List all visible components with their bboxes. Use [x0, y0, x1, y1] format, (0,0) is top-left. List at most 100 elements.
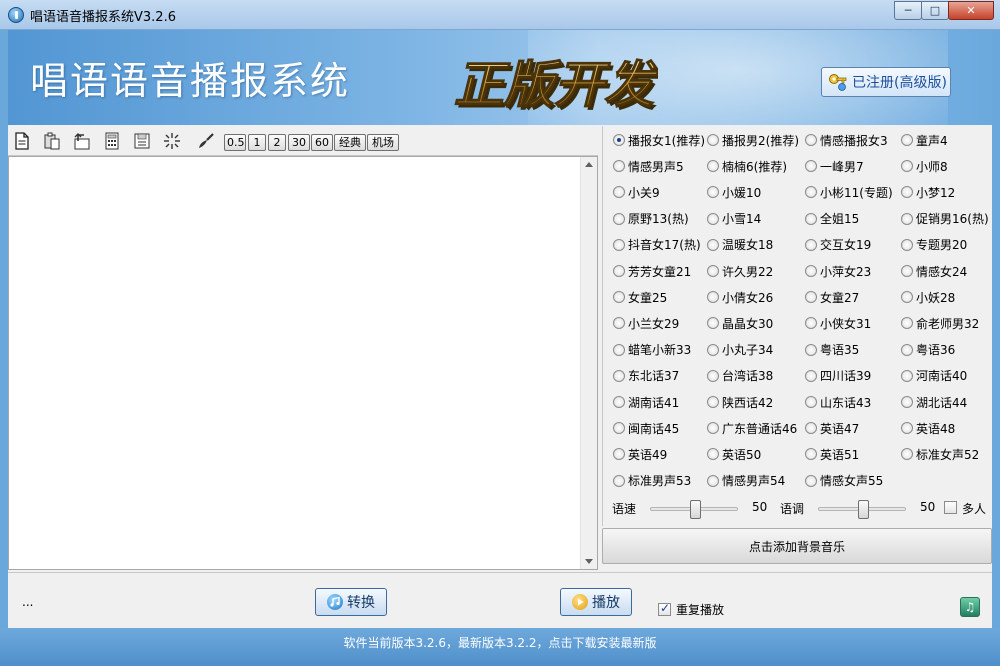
- voice-radio[interactable]: [805, 134, 817, 146]
- voice-radio[interactable]: [613, 160, 625, 173]
- voice-radio[interactable]: [805, 474, 817, 487]
- voice-option[interactable]: 闽南话45: [613, 419, 679, 437]
- voice-radio[interactable]: [707, 238, 719, 251]
- voice-option[interactable]: 湖南话41: [613, 393, 679, 411]
- voice-radio[interactable]: [613, 134, 625, 146]
- voice-option[interactable]: 小萍女23: [805, 262, 871, 280]
- voice-option[interactable]: 情感男声5: [613, 157, 684, 175]
- voice-radio[interactable]: [613, 369, 625, 382]
- music-library-icon[interactable]: ♫: [960, 597, 980, 617]
- voice-option[interactable]: 情感播报女3: [805, 131, 888, 149]
- voice-radio[interactable]: [613, 343, 625, 356]
- voice-option[interactable]: 小倩女26: [707, 288, 773, 306]
- voice-radio[interactable]: [805, 238, 817, 251]
- voice-radio[interactable]: [613, 186, 625, 199]
- undo-icon[interactable]: [72, 131, 92, 151]
- voice-option[interactable]: 童声4: [901, 131, 948, 149]
- voice-radio[interactable]: [707, 212, 719, 225]
- voice-option[interactable]: 芳芳女童21: [613, 262, 691, 280]
- speed-button-30[interactable]: 30: [288, 134, 310, 151]
- voice-radio[interactable]: [901, 448, 913, 461]
- voice-option[interactable]: 许久男22: [707, 262, 773, 280]
- voice-option[interactable]: 交互女19: [805, 236, 871, 254]
- new-document-icon[interactable]: [12, 131, 32, 151]
- minimize-button[interactable]: ─: [894, 1, 922, 20]
- voice-option[interactable]: 标准男声53: [613, 472, 691, 490]
- pitch-slider[interactable]: [818, 500, 906, 519]
- voice-radio[interactable]: [613, 317, 625, 330]
- voice-radio[interactable]: [901, 238, 913, 251]
- voice-option[interactable]: 小梦12: [901, 183, 955, 201]
- voice-option[interactable]: 一峰男7: [805, 157, 864, 175]
- speed-button-2[interactable]: 2: [268, 134, 286, 151]
- voice-radio[interactable]: [805, 160, 817, 173]
- voice-radio[interactable]: [901, 369, 913, 382]
- voice-option[interactable]: 粤语36: [901, 341, 955, 359]
- voice-option[interactable]: 小侠女31: [805, 314, 871, 332]
- voice-radio[interactable]: [707, 422, 719, 435]
- voice-option[interactable]: 楠楠6(推荐): [707, 157, 787, 175]
- voice-radio[interactable]: [707, 396, 719, 408]
- voice-option[interactable]: 小兰女29: [613, 314, 679, 332]
- voice-radio[interactable]: [901, 160, 913, 173]
- scroll-down-icon[interactable]: [585, 559, 593, 564]
- add-background-music-button[interactable]: 点击添加背景音乐: [602, 528, 992, 564]
- voice-radio[interactable]: [805, 212, 817, 225]
- speed-button-1[interactable]: 1: [248, 134, 266, 151]
- voice-radio[interactable]: [805, 265, 817, 277]
- voice-option[interactable]: 小丸子34: [707, 341, 773, 359]
- voice-option[interactable]: 小关9: [613, 183, 660, 201]
- voice-option[interactable]: 全姐15: [805, 210, 859, 228]
- voice-radio[interactable]: [707, 448, 719, 461]
- voice-radio[interactable]: [805, 291, 817, 304]
- voice-option[interactable]: 晶晶女30: [707, 314, 773, 332]
- calculator-icon[interactable]: [102, 131, 122, 151]
- voice-radio[interactable]: [901, 212, 913, 225]
- update-notice-link[interactable]: 软件当前版本3.2.6，最新版本3.2.2，点击下载安装最新版: [0, 634, 1000, 651]
- voice-radio[interactable]: [901, 291, 913, 304]
- voice-radio[interactable]: [707, 317, 719, 330]
- multi-speaker-checkbox[interactable]: [944, 501, 957, 514]
- voice-option[interactable]: 广东普通话46: [707, 419, 797, 437]
- voice-option[interactable]: 情感男声54: [707, 472, 785, 490]
- voice-option[interactable]: 播报女1(推荐): [613, 131, 705, 149]
- voice-radio[interactable]: [707, 160, 719, 173]
- voice-option[interactable]: 粤语35: [805, 341, 859, 359]
- voice-radio[interactable]: [707, 134, 719, 146]
- brush-icon[interactable]: [196, 131, 216, 151]
- voice-option[interactable]: 蜡笔小新33: [613, 341, 691, 359]
- voice-option[interactable]: 英语51: [805, 445, 859, 463]
- voice-radio[interactable]: [805, 448, 817, 461]
- voice-option[interactable]: 河南话40: [901, 367, 967, 385]
- repeat-play-option[interactable]: 重复播放: [658, 601, 724, 618]
- voice-radio[interactable]: [613, 291, 625, 304]
- voice-radio[interactable]: [901, 343, 913, 356]
- voice-radio[interactable]: [901, 422, 913, 435]
- voice-radio[interactable]: [613, 212, 625, 225]
- convert-button[interactable]: 转换: [315, 588, 387, 616]
- voice-option[interactable]: 四川话39: [805, 367, 871, 385]
- voice-radio[interactable]: [805, 396, 817, 408]
- voice-option[interactable]: 小妖28: [901, 288, 955, 306]
- voice-radio[interactable]: [805, 369, 817, 382]
- voice-option[interactable]: 播报男2(推荐): [707, 131, 799, 149]
- voice-option[interactable]: 陕西话42: [707, 393, 773, 411]
- scroll-up-icon[interactable]: [585, 162, 593, 167]
- voice-radio[interactable]: [901, 396, 913, 408]
- voice-radio[interactable]: [613, 422, 625, 435]
- broadcast-text-input[interactable]: [9, 157, 581, 569]
- speed-button-0-5[interactable]: 0.5: [224, 134, 246, 151]
- voice-radio[interactable]: [707, 291, 719, 304]
- maximize-button[interactable]: □: [921, 1, 949, 20]
- voice-radio[interactable]: [613, 238, 625, 251]
- voice-option[interactable]: 英语50: [707, 445, 761, 463]
- speed-slider[interactable]: [650, 500, 738, 519]
- voice-option[interactable]: 湖北话44: [901, 393, 967, 411]
- speed-button-60[interactable]: 60: [311, 134, 333, 151]
- repeat-play-checkbox[interactable]: [658, 601, 671, 616]
- voice-option[interactable]: 促销男16(热): [901, 210, 989, 228]
- voice-option[interactable]: 小师8: [901, 157, 948, 175]
- voice-option[interactable]: 情感女24: [901, 262, 967, 280]
- voice-option[interactable]: 情感女声55: [805, 472, 883, 490]
- voice-option[interactable]: 英语47: [805, 419, 859, 437]
